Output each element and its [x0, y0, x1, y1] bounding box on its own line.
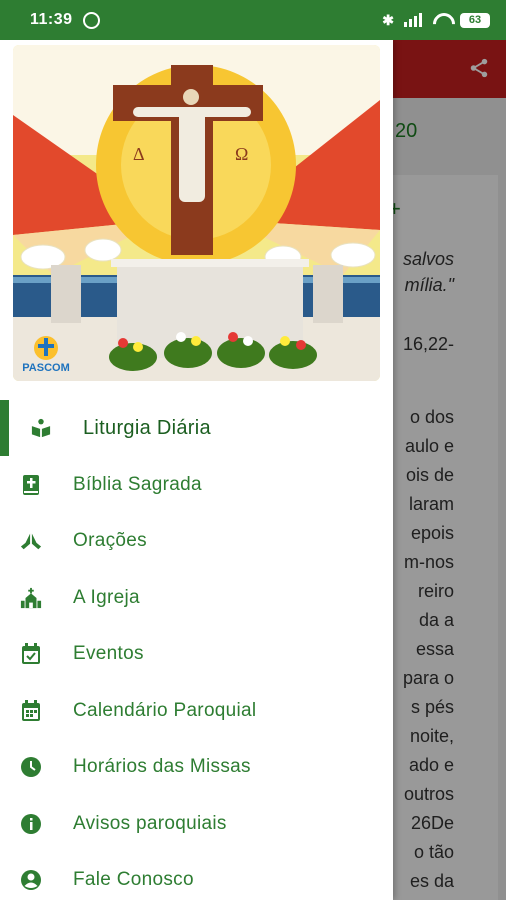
navigation-drawer: Δ Ω PASCOM Liturgia Diária Bíblia Sagrad… [0, 40, 393, 900]
drawer-header-image: Δ Ω PASCOM [13, 45, 380, 381]
clock-icon [20, 756, 42, 778]
bible-icon [20, 474, 42, 496]
menu-item-label: A Igreja [73, 586, 140, 608]
menu-item-label: Orações [73, 530, 147, 552]
menu-item-oracoes[interactable]: Orações [0, 513, 393, 570]
svg-text:Ω: Ω [235, 144, 248, 164]
praying-hands-icon [20, 530, 42, 552]
menu-item-label: Eventos [73, 643, 144, 665]
svg-text:Δ: Δ [133, 144, 145, 164]
calendar-icon [20, 699, 42, 722]
menu-item-label: Avisos paroquiais [73, 812, 227, 834]
battery-icon: 63 [460, 12, 490, 28]
signal-icon [404, 13, 422, 27]
menu-item-label: Horários das Missas [73, 756, 251, 778]
calendar-check-icon [20, 643, 42, 665]
menu-item-label: Fale Conosco [73, 869, 194, 891]
menu-item-label: Bíblia Sagrada [73, 473, 202, 495]
menu-item-label: Calendário Paroquial [73, 699, 257, 721]
info-icon [20, 813, 42, 835]
menu-item-label: Liturgia Diária [83, 416, 211, 439]
menu-item-horarios-das-missas[interactable]: Horários das Missas [0, 739, 393, 796]
bluetooth-icon: ✱ [382, 11, 394, 28]
status-bar: 11:39 ✱ 63 [0, 0, 506, 40]
church-icon [20, 587, 42, 609]
menu-item-avisos-paroquiais[interactable]: Avisos paroquiais [0, 796, 393, 853]
menu-item-eventos[interactable]: Eventos [0, 626, 393, 683]
alarm-icon [82, 11, 100, 29]
drawer-menu: Liturgia Diária Bíblia Sagrada Orações A Ig… [0, 400, 393, 900]
open-book-icon [30, 417, 52, 439]
status-time: 11:39 [30, 11, 73, 28]
menu-item-calendario-paroquial[interactable]: Calendário Paroquial [0, 683, 393, 740]
menu-item-biblia-sagrada[interactable]: Bíblia Sagrada [0, 457, 393, 514]
menu-item-fale-conosco[interactable]: Fale Conosco [0, 852, 393, 900]
pascom-logo-text: PASCOM [22, 362, 69, 374]
account-icon [20, 869, 42, 891]
menu-item-liturgia-diaria[interactable]: Liturgia Diária [0, 400, 393, 457]
wifi-icon [432, 13, 450, 27]
menu-item-a-igreja[interactable]: A Igreja [0, 570, 393, 627]
